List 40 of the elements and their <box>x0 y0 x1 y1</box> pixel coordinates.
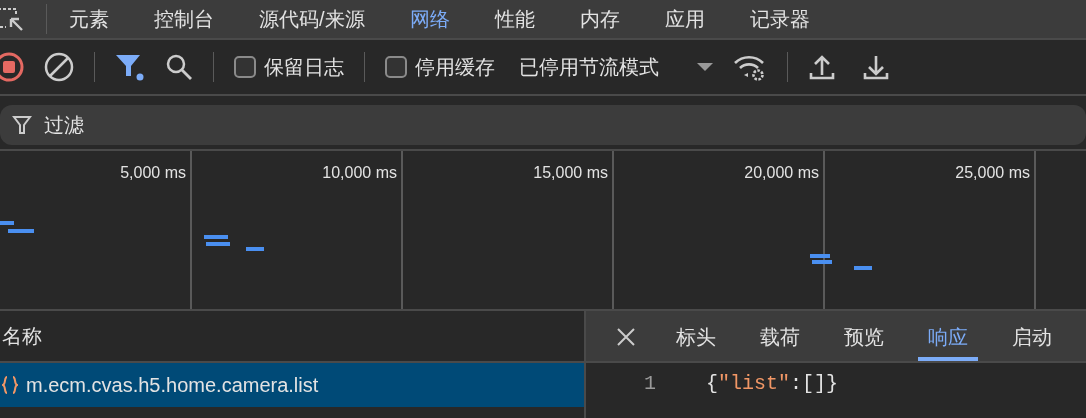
detail-tab[interactable]: 响应 <box>918 317 978 361</box>
panel-tab[interactable]: 性能 <box>494 4 535 34</box>
caret-icon <box>697 62 713 72</box>
clear-icon[interactable] <box>44 52 74 82</box>
checkbox[interactable] <box>234 56 256 78</box>
detail-tab[interactable]: 启动 <box>1002 317 1062 361</box>
filter-field[interactable]: 过滤 <box>0 105 1086 145</box>
time-tick-label: 10,000 ms <box>322 163 397 183</box>
close-icon[interactable] <box>616 327 636 347</box>
detail-tab[interactable]: 预览 <box>834 317 894 361</box>
time-tick-label: 5,000 ms <box>120 163 186 183</box>
panel-tab[interactable]: 内存 <box>579 4 620 34</box>
request-row[interactable]: m.ecm.cvas.h5.home.camera.list <box>0 363 584 407</box>
time-tick-label: 25,000 ms <box>955 163 1030 183</box>
panel-tab[interactable]: 网络 <box>409 4 450 34</box>
checkbox[interactable] <box>385 56 407 78</box>
code-line: {"list":[]} <box>706 371 839 397</box>
time-tick-label: 15,000 ms <box>533 163 608 183</box>
line-number: 1 <box>643 371 657 397</box>
checkbox-label: 停用缓存 <box>415 55 495 80</box>
request-name: m.ecm.cvas.h5.home.camera.list <box>26 373 319 398</box>
panel-tab[interactable]: 应用 <box>664 4 705 34</box>
filter-icon[interactable] <box>115 53 145 81</box>
time-tick-label: 20,000 ms <box>744 163 819 183</box>
panel-tab[interactable]: 源代码/来源 <box>259 4 365 34</box>
stop-recording-icon[interactable] <box>0 52 24 82</box>
network-conditions-icon[interactable] <box>733 53 767 81</box>
json-icon <box>2 375 18 395</box>
throttling-dropdown[interactable]: 已停用节流模式 <box>519 52 713 82</box>
filter-icon <box>12 114 32 136</box>
panel-tab[interactable]: 元素 <box>69 4 109 34</box>
download-icon[interactable] <box>862 53 890 81</box>
column-header[interactable]: 名称 <box>2 321 42 351</box>
search-icon[interactable] <box>165 53 193 81</box>
panel-tab[interactable]: 记录器 <box>749 4 810 34</box>
detail-tab[interactable]: 标头 <box>666 317 726 361</box>
panel-tab[interactable]: 控制台 <box>154 4 214 34</box>
upload-icon[interactable] <box>808 53 836 81</box>
detail-tab[interactable]: 载荷 <box>750 317 810 361</box>
checkbox-label: 保留日志 <box>264 55 344 80</box>
